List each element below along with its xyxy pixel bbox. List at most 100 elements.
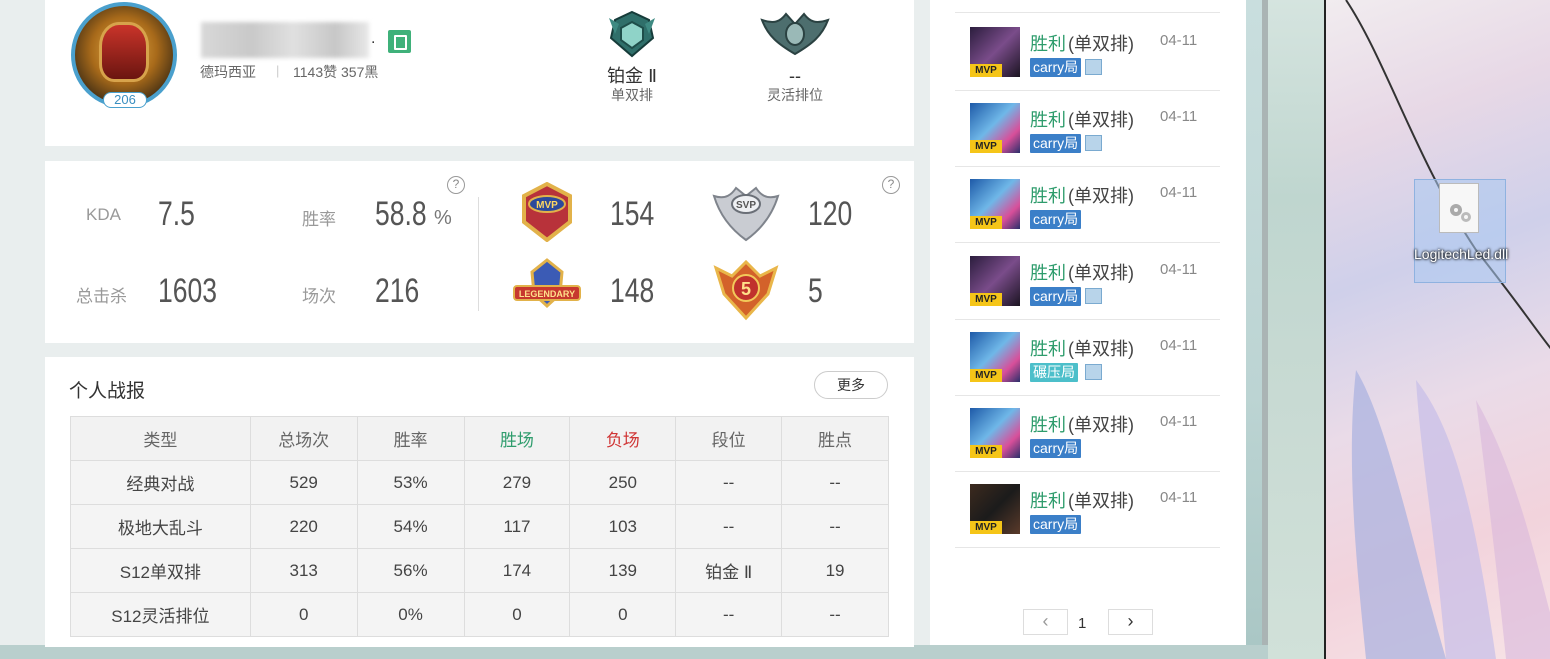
games-label: 场次 xyxy=(302,287,336,306)
svg-text:LEGENDARY: LEGENDARY xyxy=(519,289,575,299)
header-type: 类型 xyxy=(70,416,251,461)
blacks-count: 357黑 xyxy=(341,64,379,80)
match-item[interactable]: MVP 胜利 (单双排) 04-11 carry局 xyxy=(955,90,1220,168)
champion-avatar[interactable]: MVP xyxy=(970,103,1020,154)
stats-help-icon[interactable]: ? xyxy=(447,176,465,194)
table-cell: -- xyxy=(781,460,889,505)
mvp-badge-icon: MVP xyxy=(522,182,572,242)
mvp-badge: MVP xyxy=(970,368,1002,382)
table-header-row: 类型 总场次 胜率 胜场 负场 段位 胜点 xyxy=(70,416,889,461)
rank-flex: -- 灵活排位 xyxy=(750,10,840,104)
header-wins: 胜场 xyxy=(463,416,571,461)
screenshot-icon[interactable] xyxy=(1085,59,1102,75)
name-suffix: . xyxy=(371,30,376,47)
svg-text:5: 5 xyxy=(741,279,751,299)
match-mode: (单双排) xyxy=(1068,338,1134,359)
screenshot-icon[interactable] xyxy=(1085,363,1102,380)
screenshot-icon[interactable] xyxy=(1085,135,1102,152)
screenshot-icon[interactable] xyxy=(1085,287,1102,304)
match-list-top-border xyxy=(955,12,1220,13)
mvp-count: 154 xyxy=(610,195,655,233)
more-button[interactable]: 更多 xyxy=(814,371,888,399)
champion-avatar[interactable]: MVP xyxy=(970,484,1020,535)
desktop-file-label[interactable]: LogitechLed.dll xyxy=(1414,245,1508,263)
background-strip xyxy=(1268,0,1324,659)
platinum-emblem-icon xyxy=(609,10,655,58)
mvp-badge: MVP xyxy=(970,521,1002,535)
match-mode: (单双排) xyxy=(1068,186,1134,207)
table-cell: 313 xyxy=(249,548,358,593)
wallpaper-art xyxy=(1345,0,1550,659)
pager-next-button[interactable]: › xyxy=(1108,609,1153,635)
games-value: 216 xyxy=(375,272,420,310)
table-cell: 铂金 Ⅱ xyxy=(675,548,783,593)
table-cell: -- xyxy=(675,504,783,549)
kda-value: 7.5 xyxy=(158,195,195,233)
rank-solo: 铂金 Ⅱ 单双排 xyxy=(590,10,674,104)
dll-file-icon[interactable] xyxy=(1439,183,1479,233)
match-date: 04-11 xyxy=(1160,489,1198,507)
table-row: 经典对战 529 53% 279 250 -- -- xyxy=(70,460,889,505)
match-item[interactable]: MVP 胜利 (单双排) 04-11 碾压局 xyxy=(955,319,1220,396)
champion-avatar[interactable]: MVP xyxy=(970,27,1020,77)
header-tier: 段位 xyxy=(675,416,783,461)
svg-text:SVP: SVP xyxy=(736,200,756,211)
rank-flex-name: -- xyxy=(789,66,801,86)
table-cell: 279 xyxy=(463,460,571,505)
match-item[interactable]: MVP 胜利 (单双排) 04-11 carry局 xyxy=(955,166,1220,244)
legendary-count: 148 xyxy=(610,272,655,310)
table-cell: 139 xyxy=(569,548,677,593)
table-cell: 56% xyxy=(356,548,465,593)
match-result: 胜利 xyxy=(1030,262,1066,283)
table-cell: S12灵活排位 xyxy=(70,592,251,637)
svp-count: 120 xyxy=(808,195,853,233)
match-date: 04-11 xyxy=(1160,184,1198,202)
pager-prev-button[interactable]: ‹ xyxy=(1023,609,1068,635)
table-cell: 529 xyxy=(249,460,358,505)
match-mode: (单双排) xyxy=(1068,262,1134,283)
match-item[interactable]: MVP 胜利 (单双排) 04-11 carry局 xyxy=(955,243,1220,320)
match-item[interactable]: MVP 胜利 (单双排) 04-11 carry局 xyxy=(955,14,1220,91)
header-lp: 胜点 xyxy=(781,416,889,461)
match-date: 04-11 xyxy=(1160,108,1198,126)
table-cell: S12单双排 xyxy=(70,548,251,593)
match-mode: (单双排) xyxy=(1068,491,1134,512)
match-mode: (单双排) xyxy=(1068,415,1134,435)
table-cell: -- xyxy=(675,592,783,637)
summoner-name-blurred xyxy=(201,22,369,58)
rank-flex-mode: 灵活排位 xyxy=(767,87,823,103)
mvp-badge: MVP xyxy=(970,64,1002,77)
table-cell: 极地大乱斗 xyxy=(70,504,251,549)
separator: | xyxy=(276,63,280,78)
total-kills-label: 总击杀 xyxy=(76,287,127,306)
match-result: 胜利 xyxy=(1030,338,1066,359)
helmet-icon xyxy=(99,22,149,82)
unranked-emblem-icon xyxy=(760,12,830,56)
server-name: 德玛西亚 xyxy=(200,64,256,80)
match-tag: carry局 xyxy=(1030,439,1082,458)
champion-avatar[interactable]: MVP xyxy=(970,179,1020,230)
table-row: 极地大乱斗 220 54% 117 103 -- -- xyxy=(70,504,889,549)
avatar[interactable]: 206 xyxy=(71,2,177,108)
level-badge: 206 xyxy=(103,92,147,108)
champion-avatar[interactable]: MVP xyxy=(970,331,1020,382)
table-cell: 0 xyxy=(569,592,677,637)
table-cell: 经典对战 xyxy=(70,460,251,505)
rank-solo-name: 铂金 Ⅱ xyxy=(607,66,657,86)
match-tag: carry局 xyxy=(1030,58,1082,77)
match-date: 04-11 xyxy=(1160,32,1198,49)
match-mode: (单双排) xyxy=(1068,110,1134,131)
pager-current-page[interactable]: 1 xyxy=(1078,615,1086,632)
champion-avatar[interactable]: MVP xyxy=(970,408,1020,458)
report-table: 类型 总场次 胜率 胜场 负场 段位 胜点 经典对战 529 53% 279 250 --… xyxy=(70,416,889,637)
badges-help-icon[interactable]: ? xyxy=(882,176,900,194)
winrate-value: 58.8 xyxy=(375,195,427,233)
mvp-badge: MVP xyxy=(970,216,1002,230)
match-tag: carry局 xyxy=(1030,515,1082,535)
header-total: 总场次 xyxy=(249,416,358,461)
champion-avatar[interactable]: MVP xyxy=(970,255,1020,306)
match-item[interactable]: MVP 胜利 (单双排) 04-11 carry局 xyxy=(955,471,1220,549)
table-cell: 0 xyxy=(463,592,571,637)
copy-icon[interactable] xyxy=(388,30,411,53)
match-item[interactable]: MVP 胜利 (单双排) 04-11 carry局 xyxy=(955,395,1220,472)
